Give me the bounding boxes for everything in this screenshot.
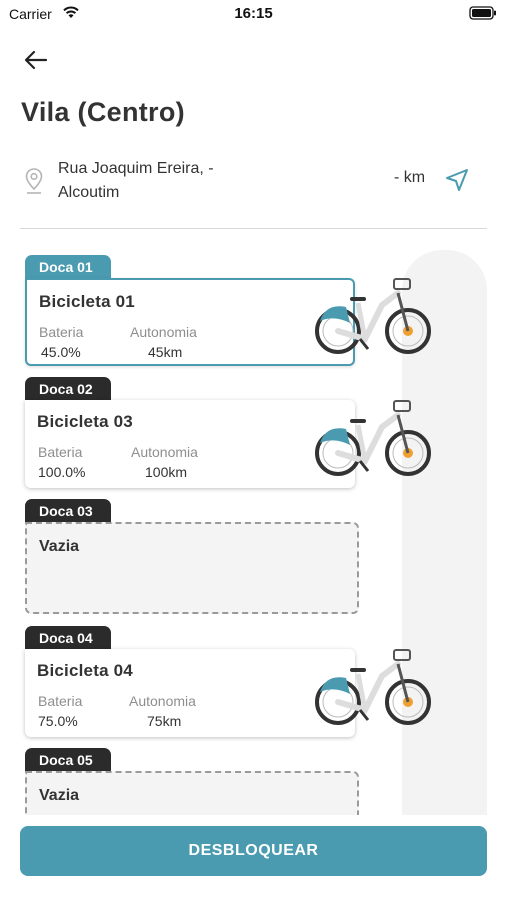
unlock-button[interactable]: DESBLOQUEAR bbox=[20, 826, 487, 876]
dock-tab: Doca 05 bbox=[25, 748, 111, 772]
dock-item[interactable]: Doca 04 Bicicleta 04 Bateria Autonomia 7… bbox=[25, 626, 445, 741]
dock-item[interactable]: Doca 03 Vazia bbox=[25, 499, 445, 619]
bike-card[interactable]: Bicicleta 04 Bateria Autonomia 75.0% 75k… bbox=[25, 649, 355, 737]
dock-tab: Doca 03 bbox=[25, 499, 111, 523]
dock-tab: Doca 01 bbox=[25, 255, 111, 279]
battery-label: Bateria bbox=[38, 444, 83, 460]
autonomy-value: 45km bbox=[148, 344, 183, 360]
bike-name: Bicicleta 04 bbox=[37, 661, 133, 680]
battery-icon bbox=[469, 6, 496, 20]
clock: 16:15 bbox=[234, 5, 273, 22]
bike-card[interactable]: Bicicleta 03 Bateria Autonomia 100.0% 10… bbox=[25, 400, 355, 488]
status-bar: Carrier 16:15 bbox=[0, 0, 507, 30]
empty-slot: Vazia bbox=[25, 522, 359, 614]
bike-image bbox=[315, 278, 431, 354]
navigate-icon[interactable] bbox=[444, 167, 470, 193]
station-address: Rua Joaquim Ereira, - Alcoutim - km bbox=[20, 155, 487, 207]
address-line-1: Rua Joaquim Ereira, - bbox=[58, 160, 214, 177]
battery-value: 75.0% bbox=[38, 713, 78, 729]
distance-label: - km bbox=[394, 169, 426, 186]
autonomy-label: Autonomia bbox=[130, 324, 197, 340]
autonomy-value: 100km bbox=[145, 464, 188, 480]
dock-tab: Doca 02 bbox=[25, 377, 111, 401]
dock-tab: Doca 04 bbox=[25, 626, 111, 650]
bike-image bbox=[315, 400, 431, 476]
location-pin-icon bbox=[25, 168, 43, 194]
back-arrow-icon[interactable] bbox=[22, 48, 50, 72]
dock-item[interactable]: Doca 01 Bicicleta 01 Bateria Autonomia 4… bbox=[25, 255, 445, 370]
empty-label: Vazia bbox=[39, 538, 80, 555]
battery-label: Bateria bbox=[39, 324, 84, 340]
dock-item[interactable]: Doca 02 Bicicleta 03 Bateria Autonomia 1… bbox=[25, 377, 445, 492]
dock-item[interactable]: Doca 05 Vazia bbox=[25, 748, 445, 815]
bike-name: Bicicleta 03 bbox=[37, 412, 133, 431]
dock-list[interactable]: Doca 01 Bicicleta 01 Bateria Autonomia 4… bbox=[0, 235, 507, 815]
autonomy-label: Autonomia bbox=[129, 693, 196, 709]
autonomy-value: 75km bbox=[147, 713, 182, 729]
battery-label: Bateria bbox=[38, 693, 83, 709]
battery-value: 45.0% bbox=[41, 344, 81, 360]
address-text: Rua Joaquim Ereira, - Alcoutim bbox=[58, 157, 288, 205]
bike-name: Bicicleta 01 bbox=[39, 292, 135, 311]
autonomy-label: Autonomia bbox=[131, 444, 198, 460]
divider bbox=[20, 228, 487, 229]
address-line-2: Alcoutim bbox=[58, 184, 120, 201]
empty-label: Vazia bbox=[39, 787, 80, 804]
battery-value: 100.0% bbox=[38, 464, 86, 480]
empty-slot: Vazia bbox=[25, 771, 359, 815]
bike-card[interactable]: Bicicleta 01 Bateria Autonomia 45.0% 45k… bbox=[25, 278, 355, 366]
bike-image bbox=[315, 649, 431, 725]
page-title: Vila (Centro) bbox=[21, 97, 185, 127]
